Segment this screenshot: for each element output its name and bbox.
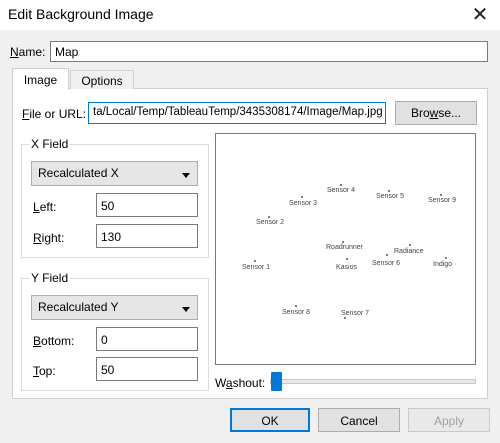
name-input[interactable]: Map: [50, 41, 488, 62]
left-input[interactable]: 50: [96, 193, 198, 217]
sensor-label: Sensor 1: [242, 264, 271, 271]
name-label: Name:: [10, 45, 45, 59]
washout-label: Washout:: [215, 376, 265, 390]
file-url-input[interactable]: ta/Local/Temp/TableauTemp/3435308174/Ima…: [88, 102, 386, 124]
y-field-select-value: Recalculated Y: [38, 300, 119, 314]
sensor-marker: [295, 305, 297, 307]
bottom-input[interactable]: 0: [96, 327, 198, 351]
sensor-label: Sensor 4: [327, 187, 356, 194]
name-label-rest: ame:: [18, 45, 46, 59]
browse-button[interactable]: Browse...: [395, 101, 477, 125]
left-label-rest: eft:: [39, 200, 57, 214]
background-image-preview: Sensor 4 Sensor 3 Sensor 5 Sensor 9 Sens…: [215, 133, 476, 365]
chevron-down-icon: [182, 307, 190, 312]
top-label: Top:: [33, 364, 56, 378]
right-label-key: R: [33, 231, 42, 245]
sensor-label: Kasios: [336, 264, 358, 271]
ok-button[interactable]: OK: [230, 408, 310, 432]
sensor-marker: [445, 257, 447, 259]
tab-options[interactable]: Options: [70, 70, 134, 89]
sensor-marker: [342, 241, 344, 243]
apply-button[interactable]: Apply: [408, 408, 490, 432]
top-input[interactable]: 50: [96, 357, 198, 381]
bottom-label: Bottom:: [33, 334, 74, 348]
right-input[interactable]: 130: [96, 224, 198, 248]
sensor-label: Sensor 5: [376, 193, 405, 200]
left-label-key: L: [33, 200, 40, 214]
left-label: Left:: [33, 200, 56, 214]
sensor-marker: [340, 184, 342, 186]
sensor-label: Roadrunner: [326, 244, 363, 251]
sensor-marker: [344, 317, 346, 319]
sensor-marker: [301, 196, 303, 198]
sensor-marker: [254, 260, 256, 262]
bottom-label-rest: ottom:: [41, 334, 75, 348]
right-label: Right:: [33, 231, 64, 245]
washout-label-pre: W: [215, 376, 226, 390]
sensor-label: Indigo: [433, 261, 453, 268]
sensor-marker: [409, 244, 411, 246]
browse-label-pre: Bro: [410, 106, 430, 120]
right-label-rest: ight:: [41, 231, 65, 245]
sensor-marker: [268, 216, 270, 218]
sensor-label: Radiance: [394, 248, 424, 255]
chevron-down-icon: [182, 173, 190, 178]
washout-label-post: shout:: [232, 376, 266, 390]
sensor-label: Sensor 3: [289, 200, 318, 207]
file-url-label: File or URL:: [22, 107, 86, 121]
cancel-button[interactable]: Cancel: [318, 408, 400, 432]
sensor-label: Sensor 2: [256, 219, 285, 226]
x-field-title: X Field: [29, 137, 71, 151]
close-icon[interactable]: ✕: [466, 2, 494, 28]
sensor-marker: [346, 258, 348, 260]
washout-slider-track[interactable]: [270, 379, 476, 384]
file-url-label-rest: ile or URL:: [29, 107, 87, 121]
sensor-label: Sensor 6: [372, 260, 401, 267]
washout-slider-thumb[interactable]: [271, 372, 282, 391]
washout-label-key: a: [225, 376, 233, 390]
sensor-marker: [440, 194, 442, 196]
tab-image[interactable]: Image: [12, 68, 69, 90]
x-field-select[interactable]: Recalculated X: [31, 161, 198, 186]
sensor-label: Sensor 7: [341, 310, 370, 317]
name-label-key: N: [10, 45, 19, 59]
sensor-label: Sensor 8: [282, 309, 311, 316]
y-field-title: Y Field: [29, 271, 71, 285]
top-label-rest: op:: [39, 364, 56, 378]
dialog-title: Edit Background Image: [8, 6, 154, 22]
sensor-marker: [388, 190, 390, 192]
sensor-label: Sensor 9: [428, 197, 457, 204]
sensor-marker: [386, 254, 388, 256]
bottom-label-key: B: [33, 334, 42, 348]
x-field-select-value: Recalculated X: [38, 166, 119, 180]
browse-label-post: se...: [438, 106, 462, 120]
y-field-select[interactable]: Recalculated Y: [31, 295, 198, 320]
